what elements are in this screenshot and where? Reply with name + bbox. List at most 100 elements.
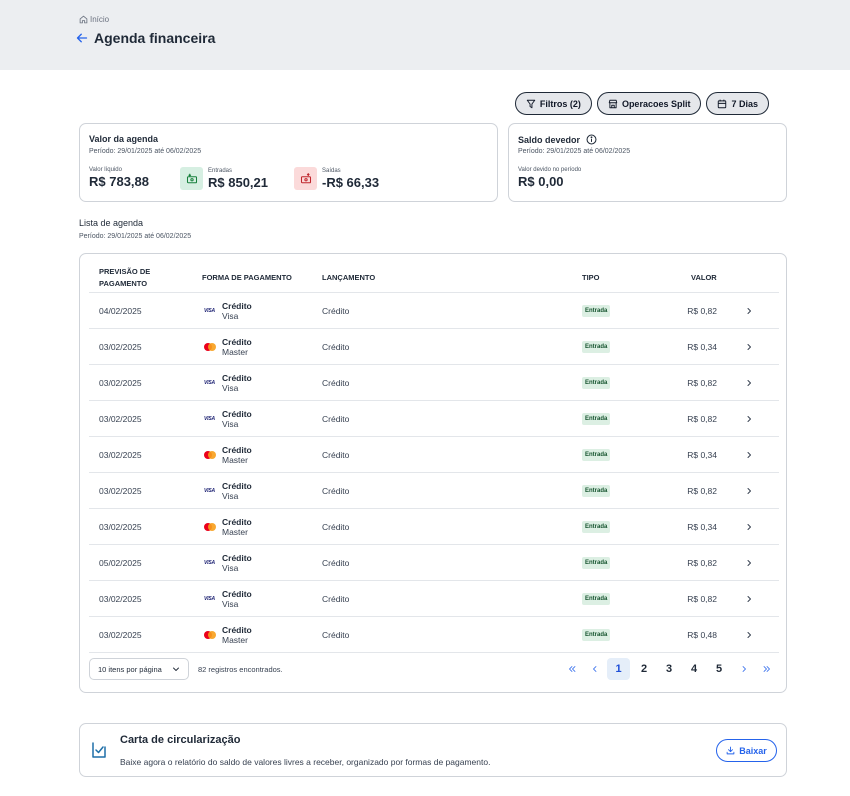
row-brand: Master [222, 455, 248, 465]
table-row[interactable]: 03/02/2025 Crédito Master Crédito Entrada R$ … [89, 617, 779, 653]
row-chevron-right-icon[interactable] [745, 293, 753, 329]
row-date: 03/02/2025 [99, 630, 142, 640]
download-icon [726, 746, 735, 755]
row-date: 03/02/2025 [99, 522, 142, 532]
back-arrow-icon[interactable] [76, 32, 88, 44]
days-button[interactable]: 7 Dias [706, 92, 769, 115]
visa-logo-icon: VISA [204, 308, 215, 314]
home-icon [79, 15, 88, 24]
list-title: Lista de agenda [79, 218, 144, 228]
download-button[interactable]: Baixar [716, 739, 777, 762]
row-launch: Crédito [322, 414, 350, 424]
row-brand: Visa [222, 419, 239, 429]
row-value: R$ 0,82 [687, 594, 717, 604]
row-launch: Crédito [322, 486, 350, 496]
entry-badge: Entrada [582, 485, 611, 497]
row-method: Crédito [222, 589, 252, 599]
entry-badge: Entrada [582, 521, 611, 533]
row-launch: Crédito [322, 522, 350, 532]
page-button-4[interactable]: 4 [687, 658, 701, 680]
table-row[interactable]: 04/02/2025 VISA Crédito Visa Crédito Entrada R… [89, 293, 779, 329]
row-chevron-right-icon[interactable] [745, 581, 753, 617]
row-chevron-right-icon[interactable] [745, 509, 753, 545]
page-button-1[interactable]: 1 [607, 658, 630, 680]
table-row[interactable]: 03/02/2025 Crédito Master Crédito Entrada R$ … [89, 329, 779, 365]
row-value: R$ 0,34 [687, 342, 717, 352]
breadcrumb-label[interactable]: Início [90, 15, 109, 24]
row-chevron-right-icon[interactable] [745, 545, 753, 581]
row-method: Crédito [222, 409, 252, 419]
table-row[interactable]: 03/02/2025 VISA Crédito Visa Crédito Entrada R… [89, 401, 779, 437]
net-value-label: Valor líquido [89, 167, 122, 173]
row-value: R$ 0,48 [687, 630, 717, 640]
row-payment-method: VISA Crédito Visa [204, 365, 252, 401]
row-chevron-right-icon[interactable] [745, 401, 753, 437]
row-method: Crédito [222, 301, 252, 311]
table-row[interactable]: 03/02/2025 VISA Crédito Visa Crédito Entrada R… [89, 365, 779, 401]
table-row[interactable]: 05/02/2025 VISA Crédito Visa Crédito Entrada R… [89, 545, 779, 581]
row-payment-method: VISA Crédito Visa [204, 545, 252, 581]
row-chevron-right-icon[interactable] [745, 437, 753, 473]
row-method: Crédito [222, 625, 252, 635]
cash-out-icon [294, 167, 317, 190]
row-payment-method: Crédito Master [204, 437, 252, 473]
last-page-button[interactable] [759, 658, 775, 680]
entry-badge: Entrada [582, 413, 611, 425]
row-date: 03/02/2025 [99, 378, 142, 388]
header-forecast: PREVISÃO DE PAGAMENTO [99, 266, 150, 290]
net-value-metric: Valor líquido R$ 783,88 [89, 167, 149, 189]
row-chevron-right-icon[interactable] [745, 473, 753, 509]
row-date: 03/02/2025 [99, 486, 142, 496]
items-per-page-select[interactable]: 10 itens por página [89, 658, 189, 680]
agenda-card-period: Período: 29/01/2025 até 06/02/2025 [89, 148, 202, 155]
breadcrumb[interactable]: Início [79, 15, 109, 24]
debit-balance-card: Saldo devedor Período: 29/01/2025 até 06… [508, 123, 787, 202]
row-date: 03/02/2025 [99, 414, 142, 424]
row-chevron-right-icon[interactable] [745, 617, 753, 653]
row-brand: Visa [222, 563, 239, 573]
header-type: TIPO [582, 273, 600, 282]
row-launch: Crédito [322, 630, 350, 640]
table-row[interactable]: 03/02/2025 VISA Crédito Visa Crédito Entrada R… [89, 473, 779, 509]
page-button-5[interactable]: 5 [712, 658, 726, 680]
row-launch: Crédito [322, 306, 350, 316]
due-value: R$ 0,00 [518, 174, 564, 189]
visa-logo-icon: VISA [204, 380, 215, 386]
split-operations-button[interactable]: Operacoes Split [596, 92, 702, 115]
table-row[interactable]: 03/02/2025 VISA Crédito Visa Crédito Entrada R… [89, 581, 779, 617]
chevron-down-icon [173, 667, 179, 671]
toolbar: Filtros (2) Operacoes Split 7 Dias [514, 92, 769, 115]
agenda-table: PREVISÃO DE PAGAMENTO FORMA DE PAGAMENTO… [79, 253, 787, 693]
visa-logo-icon: VISA [204, 416, 215, 422]
checklist-icon [92, 742, 106, 758]
row-date: 03/02/2025 [99, 594, 142, 604]
row-payment-method: Crédito Master [204, 617, 252, 653]
first-page-button[interactable] [564, 658, 580, 680]
chevron-right-icon [742, 666, 746, 672]
row-brand: Master [222, 635, 248, 645]
info-icon[interactable] [586, 134, 597, 145]
records-count: 82 registros encontrados. [198, 665, 283, 674]
entry-badge: Entrada [582, 449, 611, 461]
row-chevron-right-icon[interactable] [745, 329, 753, 365]
page-button-2[interactable]: 2 [637, 658, 651, 680]
row-payment-method: VISA Crédito Visa [204, 581, 252, 617]
table-row[interactable]: 03/02/2025 Crédito Master Crédito Entrada R$ … [89, 509, 779, 545]
net-value: R$ 783,88 [89, 174, 149, 189]
filters-button[interactable]: Filtros (2) [514, 92, 592, 115]
row-type: Entrada [582, 509, 611, 545]
table-row[interactable]: 03/02/2025 Crédito Master Crédito Entrada R$ … [89, 437, 779, 473]
next-page-button[interactable] [737, 658, 751, 680]
row-type: Entrada [582, 293, 611, 329]
row-value: R$ 0,34 [687, 450, 717, 460]
shop-icon [608, 99, 618, 108]
filters-label: Filtros (2) [539, 98, 581, 109]
row-chevron-right-icon[interactable] [745, 365, 753, 401]
row-payment-method: Crédito Master [204, 509, 252, 545]
row-date: 04/02/2025 [99, 306, 142, 316]
calendar-icon [718, 99, 727, 108]
page-button-3[interactable]: 3 [662, 658, 676, 680]
prev-page-button[interactable] [588, 658, 602, 680]
mastercard-logo-icon [204, 451, 216, 459]
row-value: R$ 0,82 [687, 558, 717, 568]
